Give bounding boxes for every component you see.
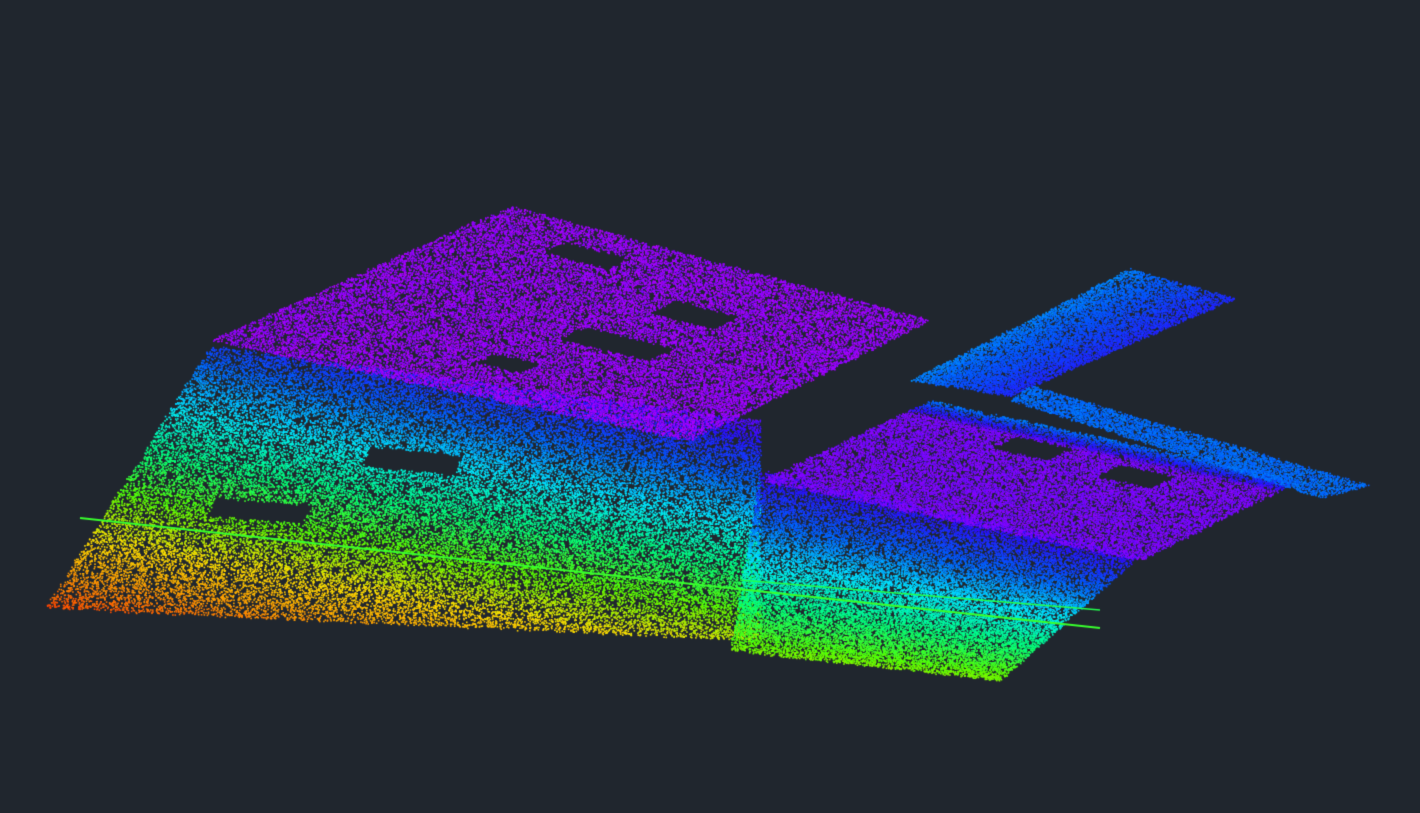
point-cloud-viewport[interactable] [0,0,1420,813]
point-cloud-canvas[interactable] [0,0,1420,813]
